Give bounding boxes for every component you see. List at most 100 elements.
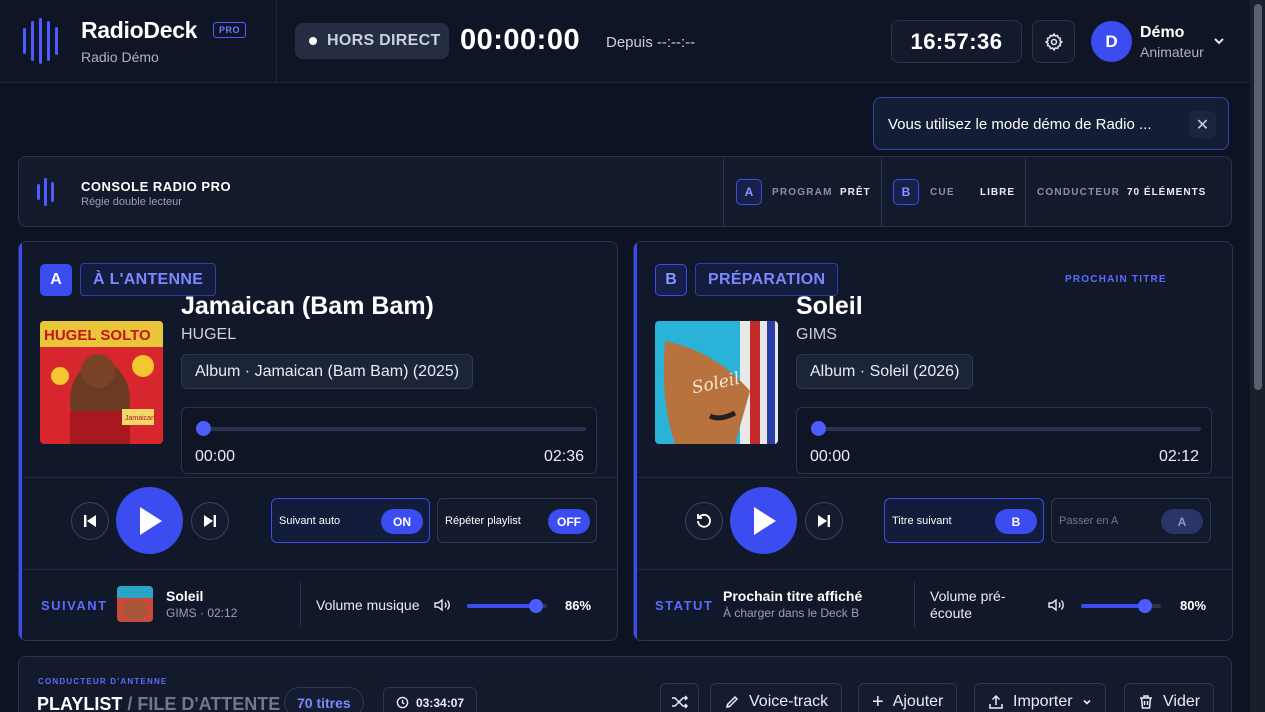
user-role: Animateur <box>1140 44 1204 60</box>
restart-button[interactable] <box>685 502 723 540</box>
speaker-icon <box>434 598 450 612</box>
cue-letter: B <box>893 179 919 205</box>
next-track-toggle[interactable]: Titre suivant B <box>884 498 1044 543</box>
since-label: Depuis --:--:-- <box>606 34 696 51</box>
skip-previous-icon <box>84 515 96 527</box>
auto-next-label: Suivant auto <box>279 515 341 527</box>
music-volume-label: Volume musique <box>316 597 420 613</box>
deck-b-album: Album · Soleil (2026) <box>796 354 974 389</box>
deck-a-title: Jamaican (Bam Bam) <box>181 292 434 320</box>
auto-next-state[interactable]: ON <box>381 509 423 534</box>
gear-icon <box>1044 32 1063 51</box>
top-bar: RadioDeck PRO Radio Démo HORS DIRECT 00:… <box>0 0 1250 83</box>
deck-a-cover-art: HUGEL SOLTO Jamaican <box>40 321 163 444</box>
deck-b-artist: GIMS <box>796 326 837 343</box>
deck-b-next-button[interactable] <box>805 502 843 540</box>
music-volume-knob[interactable] <box>529 599 543 613</box>
program-letter: A <box>736 179 762 205</box>
status-title: Prochain titre affiché <box>723 588 863 604</box>
pass-to-a-state[interactable]: A <box>1161 509 1203 534</box>
deck-b-title: Soleil <box>796 292 863 320</box>
play-button[interactable] <box>116 487 183 554</box>
next-track-toggle-state[interactable]: B <box>995 509 1037 534</box>
deck-a: A À L'ANTENNE Jamaican (Bam Bam) HUGEL A… <box>18 241 618 641</box>
playlist-title: PLAYLIST / FILE D'ATTENTE <box>37 694 281 712</box>
deck-b-time-current: 00:00 <box>810 448 851 465</box>
next-track-title: Soleil <box>166 588 204 604</box>
playlist-duration: 03:34:07 <box>383 687 478 712</box>
next-label: SUIVANT <box>41 598 108 613</box>
deck-b-play-button[interactable] <box>730 487 797 554</box>
speaker-icon <box>1048 598 1064 612</box>
demo-toast: Vous utilisez le mode démo de Radio ... … <box>873 97 1229 150</box>
clear-button[interactable]: Vider <box>1124 683 1215 712</box>
music-volume-value: 86% <box>565 598 592 613</box>
deck-b-cover-art: Soleil <box>655 321 778 444</box>
next-track-thumbnail <box>117 586 153 622</box>
pass-to-a-toggle[interactable]: Passer en A A <box>1051 498 1211 543</box>
playlist-panel: CONDUCTEUR D'ANTENNE PLAYLIST / FILE D'A… <box>18 656 1232 712</box>
deck-a-progress-knob[interactable] <box>196 421 211 436</box>
deck-b-progress-knob[interactable] <box>811 421 826 436</box>
station-name: Radio Démo <box>81 49 159 65</box>
voice-track-button[interactable]: Voice-track <box>710 683 843 712</box>
replay-icon <box>697 513 711 528</box>
deck-a-progress[interactable]: 00:00 02:36 <box>181 407 597 474</box>
svg-text:Jamaican: Jamaican <box>125 415 155 422</box>
clock: 16:57:36 <box>891 20 1022 63</box>
scrollbar-thumb[interactable] <box>1254 4 1262 390</box>
repeat-playlist-state[interactable]: OFF <box>548 509 590 534</box>
status-dot-icon <box>309 37 317 45</box>
repeat-playlist-toggle[interactable]: Répéter playlist OFF <box>437 498 597 543</box>
console-banner: CONSOLE RADIO PRO Régie double lecteur A… <box>18 156 1232 227</box>
preview-volume-label-line2: écoute <box>930 605 973 621</box>
preview-volume-label-line1: Volume pré- <box>930 588 1006 604</box>
preview-volume-knob[interactable] <box>1138 599 1152 613</box>
next-title-label: PROCHAIN TITRE <box>1065 274 1167 285</box>
clock-icon <box>396 696 409 709</box>
skip-next-icon <box>818 515 830 527</box>
deck-a-progress-track[interactable] <box>196 427 586 431</box>
deck-a-letter: A <box>40 264 72 296</box>
repeat-playlist-label: Répéter playlist <box>445 515 521 527</box>
chevron-down-icon <box>1083 699 1091 705</box>
previous-button[interactable] <box>71 502 109 540</box>
deck-a-album: Album · Jamaican (Bam Bam) (2025) <box>181 354 474 389</box>
upload-icon <box>989 694 1003 709</box>
playlist-kicker: CONDUCTEUR D'ANTENNE <box>38 677 168 686</box>
deck-b-letter: B <box>655 264 687 296</box>
shuffle-icon <box>671 694 688 709</box>
rundown-count: 70 ÉLÉMENTS <box>1127 187 1207 198</box>
auto-next-toggle[interactable]: Suivant auto ON <box>271 498 430 543</box>
deck-b-progress[interactable]: 00:00 02:12 <box>796 407 1212 474</box>
import-button[interactable]: Importer <box>974 683 1106 712</box>
close-icon[interactable]: ✕ <box>1189 111 1216 138</box>
add-button[interactable]: + Ajouter <box>858 683 958 712</box>
avatar[interactable]: D <box>1091 21 1132 62</box>
play-icon <box>753 506 776 535</box>
pro-badge: PRO <box>213 22 247 38</box>
preview-volume-value: 80% <box>1180 598 1207 613</box>
user-name[interactable]: Démo <box>1140 24 1184 42</box>
deck-a-artist: HUGEL <box>181 326 237 343</box>
live-status-button[interactable]: HORS DIRECT <box>295 23 449 59</box>
play-icon <box>139 506 162 535</box>
next-button[interactable] <box>191 502 229 540</box>
shuffle-button[interactable] <box>660 683 699 712</box>
cue-label: CUE <box>930 187 955 198</box>
program-label: PROGRAM <box>772 187 833 198</box>
svg-text:HUGEL SOLTO: HUGEL SOLTO <box>44 327 151 344</box>
program-status: PRÊT <box>840 187 871 198</box>
deck-b-progress-track[interactable] <box>811 427 1201 431</box>
chevron-down-icon[interactable] <box>1212 34 1226 48</box>
status-subtitle: À charger dans le Deck B <box>723 606 860 620</box>
plus-icon: + <box>872 690 884 712</box>
playlist-count-badge: 70 titres <box>284 687 364 712</box>
brand-name: RadioDeck <box>81 17 198 43</box>
live-status-label: HORS DIRECT <box>327 32 441 49</box>
rundown-label: CONDUCTEUR <box>1037 187 1121 198</box>
trash-icon <box>1140 694 1152 709</box>
settings-button[interactable] <box>1032 20 1075 63</box>
console-title: CONSOLE RADIO PRO <box>81 179 232 194</box>
deck-a-time-current: 00:00 <box>195 448 236 465</box>
